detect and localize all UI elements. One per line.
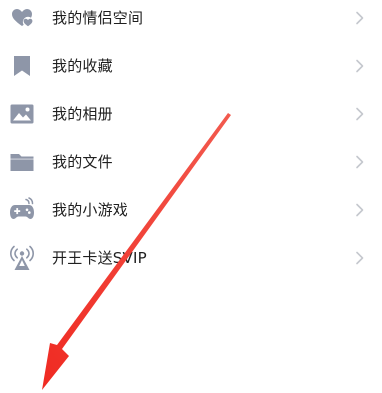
menu-item-couple-space[interactable]: 我的情侣空间 [0,0,382,42]
signal-tower-icon [9,245,35,271]
menu-item-king-card-svip[interactable]: 开王卡送SVIP [0,234,382,282]
chevron-right-icon [355,203,365,217]
menu-screen: 我的情侣空间 我的收藏 我的相册 我的文件 我的小游戏 开王卡送SVIP [0,0,382,393]
menu-item-label: 我的文件 [52,153,113,171]
menu-item-label: 我的小游戏 [52,201,129,219]
menu-item-files[interactable]: 我的文件 [0,138,382,186]
menu-item-mini-games[interactable]: 我的小游戏 [0,186,382,234]
photo-album-icon [9,101,35,127]
chevron-right-icon [355,251,365,265]
bookmark-icon [9,53,35,79]
gamepad-icon [9,197,35,223]
chevron-right-icon [355,59,365,73]
menu-item-label: 我的情侣空间 [52,9,144,27]
menu-item-favorites[interactable]: 我的收藏 [0,42,382,90]
menu-item-label: 开王卡送SVIP [52,249,147,267]
menu-item-label: 我的相册 [52,105,113,123]
couple-heart-icon [9,5,35,31]
chevron-right-icon [355,107,365,121]
chevron-right-icon [355,155,365,169]
folder-icon [9,149,35,175]
menu-item-album[interactable]: 我的相册 [0,90,382,138]
menu-item-label: 我的收藏 [52,57,113,75]
chevron-right-icon [355,11,365,25]
